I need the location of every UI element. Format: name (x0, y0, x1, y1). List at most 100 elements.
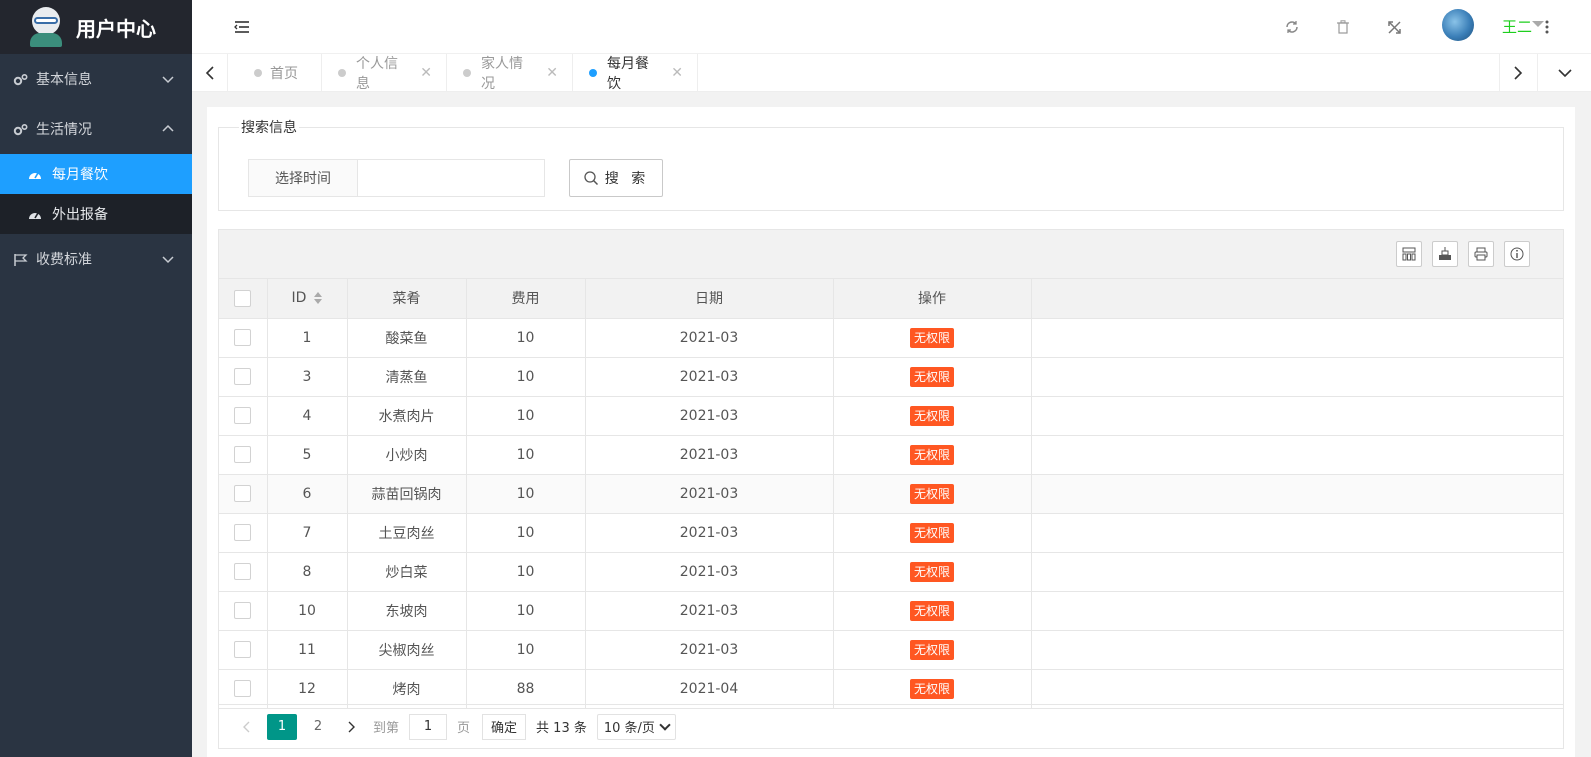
sidebar-item-living[interactable]: 生活情况 (0, 104, 192, 154)
date-input[interactable] (357, 159, 545, 197)
tab-scroll-right-icon[interactable] (1499, 54, 1535, 92)
no-permission-badge[interactable]: 无权限 (909, 444, 954, 465)
meal-table: ID 菜肴 费用 日期 操作 1 酸菜鱼 10 2021-03 无权限 3 清蒸鱼 10 202… (219, 279, 1563, 709)
refresh-icon[interactable] (1280, 15, 1304, 39)
select-all-checkbox[interactable] (234, 289, 252, 307)
print-icon[interactable] (1468, 241, 1494, 267)
search-panel: 搜索信息 选择时间 搜 索 (218, 117, 1564, 211)
cell-cost: 10 (466, 357, 586, 397)
table-row: 3 清蒸鱼 10 2021-03 无权限 (219, 357, 1563, 397)
row-checkbox-cell[interactable] (219, 513, 268, 553)
total-count: 共 13 条 (536, 721, 587, 736)
goto-page-input[interactable]: 1 (409, 713, 448, 740)
row-checkbox[interactable] (234, 602, 252, 619)
cell-date: 2021-03 (585, 591, 834, 631)
row-checkbox[interactable] (234, 446, 252, 463)
menu-toggle-icon[interactable] (230, 15, 254, 39)
tab-scroll-left-icon[interactable] (192, 54, 228, 92)
row-checkbox[interactable] (234, 524, 252, 541)
columns-icon[interactable] (1396, 241, 1422, 267)
tab-monthly-meals[interactable]: 每月餐饮 ✕ (573, 54, 698, 92)
tab-personal-info[interactable]: 个人信息 ✕ (322, 54, 447, 92)
confirm-button[interactable]: 确定 (482, 713, 527, 740)
export-icon[interactable] (1432, 241, 1458, 267)
row-checkbox[interactable] (234, 368, 252, 385)
sidebar-item-label: 基本信息 (36, 72, 92, 88)
row-checkbox[interactable] (234, 485, 252, 502)
row-checkbox[interactable] (234, 563, 252, 580)
row-checkbox-cell[interactable] (219, 591, 268, 631)
cell-cost: 88 (466, 669, 586, 709)
table-toolbar (219, 230, 1563, 279)
row-checkbox[interactable] (234, 641, 252, 658)
cell-id: 5 (267, 435, 348, 475)
trash-icon[interactable] (1331, 15, 1355, 39)
table-row: 12 烤肉 88 2021-04 无权限 (219, 669, 1563, 709)
close-icon[interactable]: ✕ (420, 65, 432, 81)
sidebar-item-basic-info[interactable]: 基本信息 (0, 54, 192, 104)
more-vertical-icon[interactable] (1535, 15, 1559, 39)
page-button[interactable]: 1 (267, 713, 297, 740)
col-filler (1031, 279, 1563, 319)
col-cost: 费用 (466, 279, 586, 319)
table-row: 10 东坡肉 10 2021-03 无权限 (219, 591, 1563, 631)
cell-date: 2021-04 (585, 669, 834, 709)
no-permission-badge[interactable]: 无权限 (909, 678, 954, 699)
info-icon[interactable] (1504, 241, 1530, 267)
no-permission-badge[interactable]: 无权限 (909, 366, 954, 387)
row-checkbox[interactable] (234, 680, 252, 697)
no-permission-badge[interactable]: 无权限 (909, 327, 954, 348)
user-name[interactable]: 王二 (1502, 16, 1532, 37)
avatar[interactable] (1442, 9, 1474, 41)
close-icon[interactable]: ✕ (671, 65, 683, 81)
row-checkbox-cell[interactable] (219, 474, 268, 514)
row-checkbox-cell[interactable] (219, 396, 268, 436)
no-permission-badge[interactable]: 无权限 (909, 600, 954, 621)
tab-family[interactable]: 家人情况 ✕ (447, 54, 573, 92)
search-icon (584, 171, 598, 186)
tab-menu-chevron-down-icon[interactable] (1537, 54, 1591, 92)
page-button[interactable]: 2 (305, 714, 331, 740)
cell-dish: 小炒肉 (347, 435, 467, 475)
cell-date: 2021-03 (585, 357, 834, 397)
cell-action: 无权限 (833, 435, 1032, 475)
sort-icon[interactable] (314, 292, 323, 305)
sidebar-item-label: 每月餐饮 (52, 167, 108, 183)
flag-icon (12, 252, 28, 266)
sidebar-submenu: 每月餐饮 外出报备 (0, 154, 192, 234)
row-checkbox-cell[interactable] (219, 552, 268, 592)
row-checkbox-cell[interactable] (219, 318, 268, 358)
no-permission-badge[interactable]: 无权限 (909, 483, 954, 504)
close-icon[interactable]: ✕ (546, 65, 558, 81)
no-permission-badge[interactable]: 无权限 (909, 561, 954, 582)
row-checkbox-cell[interactable] (219, 435, 268, 475)
row-checkbox[interactable] (234, 407, 252, 424)
no-permission-badge[interactable]: 无权限 (909, 639, 954, 660)
cell-id: 4 (267, 396, 348, 436)
sidebar-item-monthly-meals[interactable]: 每月餐饮 (0, 154, 192, 194)
search-button[interactable]: 搜 索 (569, 159, 663, 197)
page-size-select[interactable]: 10 条/页 (596, 713, 676, 740)
prev-page-icon[interactable] (233, 714, 259, 740)
dashboard-icon (28, 207, 44, 221)
tab-home[interactable]: 首页 (228, 54, 322, 92)
cell-action: 无权限 (833, 552, 1032, 592)
sidebar-item-fee-standard[interactable]: 收费标准 (0, 234, 192, 284)
fullscreen-icon[interactable] (1382, 15, 1406, 39)
row-checkbox-cell[interactable] (219, 630, 268, 670)
row-checkbox-cell[interactable] (219, 357, 268, 397)
sidebar-item-outing-report[interactable]: 外出报备 (0, 194, 192, 234)
no-permission-badge[interactable]: 无权限 (909, 522, 954, 543)
table-header-row: ID 菜肴 费用 日期 操作 (219, 279, 1563, 319)
tab-label: 每月餐饮 (607, 56, 649, 92)
cell-action: 无权限 (833, 318, 1032, 358)
no-permission-badge[interactable]: 无权限 (909, 405, 954, 426)
row-checkbox[interactable] (234, 329, 252, 346)
cell-action: 无权限 (833, 513, 1032, 553)
next-page-icon[interactable] (339, 714, 365, 740)
pagination: 1 2 到第 1 页 确定 共 13 条 10 条/页 (219, 704, 1563, 748)
row-checkbox-cell[interactable] (219, 669, 268, 709)
col-id[interactable]: ID (267, 279, 348, 319)
cell-id: 10 (267, 591, 348, 631)
select-all-checkbox-cell[interactable] (219, 279, 268, 319)
